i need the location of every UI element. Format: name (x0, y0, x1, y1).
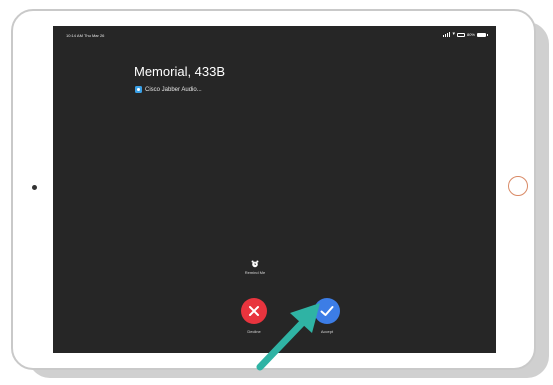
close-icon (249, 306, 259, 316)
home-button[interactable] (508, 176, 528, 196)
decline-button[interactable]: Decline (234, 298, 274, 334)
alarm-clock-icon (251, 260, 259, 268)
front-camera (32, 185, 37, 190)
status-icons: ▾ 80% (443, 31, 488, 37)
battery-percent: 80% (466, 32, 475, 37)
status-time: 10:14 AM Thu Mar 26 (66, 33, 105, 38)
jabber-app-icon (135, 86, 142, 93)
call-app-label: Cisco Jabber Audio... (145, 86, 202, 93)
remind-me-button[interactable]: Remind Me (235, 260, 275, 275)
checkmark-icon (320, 306, 334, 316)
call-source: Cisco Jabber Audio... (135, 86, 202, 93)
decline-label: Decline (247, 329, 261, 334)
battery-icon (477, 32, 488, 37)
signal-icon (443, 32, 451, 37)
incoming-call-screen: 10:14 AM Thu Mar 26 ▾ 80% Memorial, 433B… (53, 26, 496, 353)
remind-me-label: Remind Me (244, 270, 266, 275)
decline-circle[interactable] (241, 298, 267, 324)
wifi-icon: ▾ (452, 31, 455, 37)
accept-button[interactable]: Accept (307, 298, 347, 334)
vpn-icon (456, 32, 465, 37)
caller-name: Memorial, 433B (134, 64, 226, 79)
accept-circle[interactable] (314, 298, 340, 324)
accept-label: Accept (320, 329, 334, 334)
